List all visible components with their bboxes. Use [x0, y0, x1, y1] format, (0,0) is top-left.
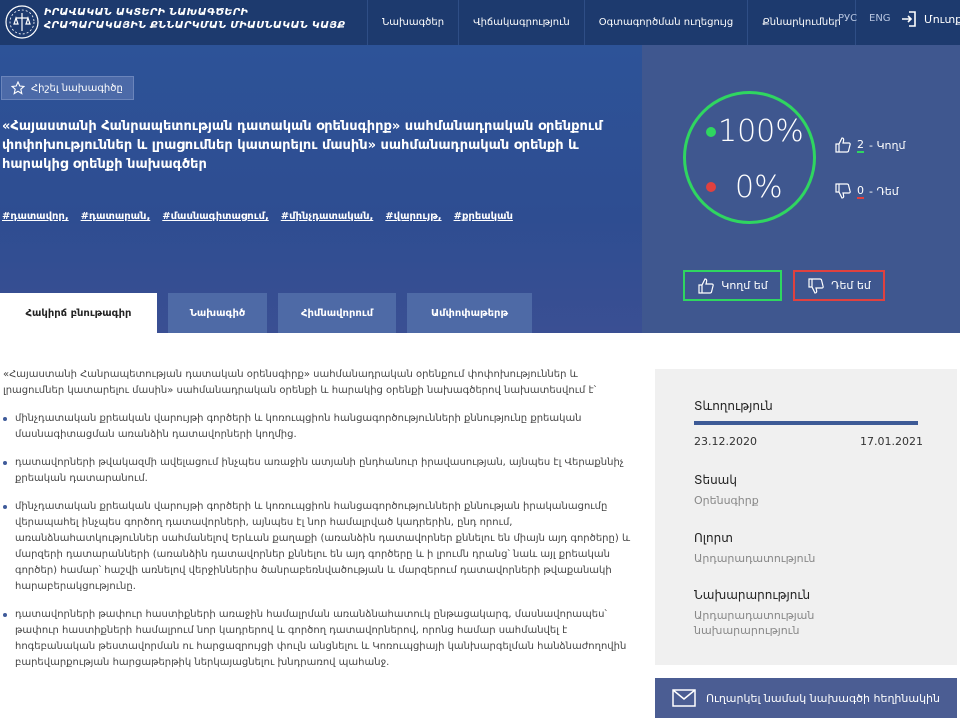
start-date: 23.12.2020 — [694, 435, 757, 448]
nav-item-user-guide[interactable]: Օգտագործման ուղեցույց — [583, 0, 747, 45]
main-nav: Նախագծեր Վիճակագրություն Օգտագործման ուղ… — [367, 0, 856, 45]
tag-criminal[interactable]: #քրեական — [454, 211, 513, 222]
tag-specialization[interactable]: #մասնագիտացում, — [162, 211, 269, 222]
tag-proceedings[interactable]: #վարույթ, — [385, 211, 441, 222]
tab-draft[interactable]: Նախագիծ — [168, 293, 267, 333]
project-tabs: Հակիրճ բնութագիր Նախագիծ Հիմնավորում Ամփ… — [0, 293, 543, 333]
send-message-label: Ուղարկել նամակ նախագծի հեղինակին — [706, 691, 940, 705]
list-item: մինչդատական քրեական վարույթի գործերի և կ… — [3, 411, 631, 443]
against-count-label: - Դեմ — [869, 184, 899, 198]
vote-against-label: Դեմ եմ — [831, 279, 871, 292]
for-count: 2 - Կողմ — [834, 136, 905, 154]
thumbs-down-icon — [835, 183, 851, 199]
brand-line-2: ՀՐԱՊԱՐԱԿԱՅԻՆ ՔՆՆԱՐԿՄԱՆ ՄԻԱՍՆԱԿԱՆ ԿԱՅՔ — [44, 20, 346, 31]
lang-en-link[interactable]: ENG — [869, 13, 891, 24]
thumbs-up-icon — [835, 137, 851, 153]
against-percentage: 0% — [735, 170, 783, 205]
send-message-to-author-button[interactable]: Ուղարկել նամակ նախագծի հեղինակին — [655, 678, 957, 718]
for-percentage: 100% — [718, 114, 804, 149]
tab-summary[interactable]: Հակիրճ բնութագիր — [0, 293, 157, 333]
vote-for-button[interactable]: Կողմ եմ — [683, 270, 782, 301]
against-dot-icon — [706, 182, 716, 192]
thumbs-up-icon — [698, 277, 715, 294]
coat-of-arms-logo[interactable] — [4, 4, 40, 40]
list-item: մինչդատական քրեական վարույթի գործերի և կ… — [3, 499, 631, 595]
brand-line-1: ԻՐԱՎԱԿԱՆ ԱԿՏԵՐԻ ՆԱԽԱԳԾԵՐԻ — [44, 7, 249, 18]
top-navbar: ԻՐԱՎԱԿԱՆ ԱԿՏԵՐԻ ՆԱԽԱԳԾԵՐԻ ՀՐԱՊԱՐԱԿԱՅԻՆ Ք… — [0, 0, 960, 45]
save-project-button[interactable]: Հիշել նախագիծը — [1, 76, 134, 100]
vote-against-button[interactable]: Դեմ եմ — [793, 270, 885, 301]
against-count: 0 - Դեմ — [834, 182, 899, 200]
list-item: դատավորների թվակազմի ավելացում ինչպես առ… — [3, 455, 631, 487]
tag-pretrial[interactable]: #մինչդատական, — [281, 211, 374, 222]
project-title: «Հայաստանի Հանրապետության դատական օրենսգ… — [2, 119, 603, 172]
tag-list: #դատավոր, #դատարան, #մասնագիտացում, #մին… — [2, 211, 513, 222]
for-count-label: - Կողմ — [869, 138, 906, 152]
login-icon — [902, 11, 916, 27]
tab-justification[interactable]: Հիմնավորում — [278, 293, 396, 333]
login-label: Մուտք — [924, 12, 960, 26]
tag-judge[interactable]: #դատավոր, — [2, 211, 69, 222]
summary-bullet-list: մինչդատական քրեական վարույթի գործերի և կ… — [3, 411, 631, 671]
summary-content: «Հայաստանի Հանրապետության դատական օրենսգ… — [3, 367, 631, 683]
nav-item-statistics[interactable]: Վիճակագրություն — [458, 0, 584, 45]
type-label: Տեսակ — [694, 473, 737, 487]
against-count-value: 0 — [857, 183, 864, 199]
for-count-value: 2 — [857, 137, 864, 153]
thumbs-down-icon — [808, 277, 824, 294]
field-value: Արդարադատություն — [694, 552, 816, 565]
save-project-label: Հիշել նախագիծը — [31, 82, 123, 94]
type-value: Օրենսգիրք — [694, 494, 759, 507]
nav-item-projects[interactable]: Նախագծեր — [367, 0, 458, 45]
list-item: դատավորների թափուր հաստիքների առաջին համ… — [3, 607, 631, 671]
for-dot-icon — [706, 127, 716, 137]
end-date: 17.01.2021 — [860, 435, 923, 448]
tag-court[interactable]: #դատարան, — [81, 211, 151, 222]
vote-for-label: Կողմ եմ — [721, 279, 768, 292]
login-button[interactable]: Մուտք — [900, 10, 960, 28]
duration-progress-fill — [694, 421, 918, 425]
tab-overview[interactable]: Ամփոփաթերթ — [407, 293, 532, 333]
star-icon — [11, 81, 25, 95]
lang-ru-link[interactable]: РУС — [838, 13, 857, 24]
ministry-value: Արդարադատության նախարարություն — [694, 609, 815, 637]
envelope-icon — [672, 689, 696, 707]
brand-title[interactable]: ԻՐԱՎԱԿԱՆ ԱԿՏԵՐԻ ՆԱԽԱԳԾԵՐԻ ՀՐԱՊԱՐԱԿԱՅԻՆ Ք… — [44, 6, 345, 32]
project-info-panel: Տևողություն 23.12.2020 17.01.2021 Տեսակ … — [655, 369, 957, 665]
duration-progress-bar — [694, 421, 918, 425]
duration-label: Տևողություն — [694, 399, 773, 413]
ministry-label: Նախարարություն — [694, 588, 811, 602]
summary-intro: «Հայաստանի Հանրապետության դատական օրենսգ… — [3, 369, 597, 396]
field-label: Ոլորտ — [694, 531, 733, 545]
